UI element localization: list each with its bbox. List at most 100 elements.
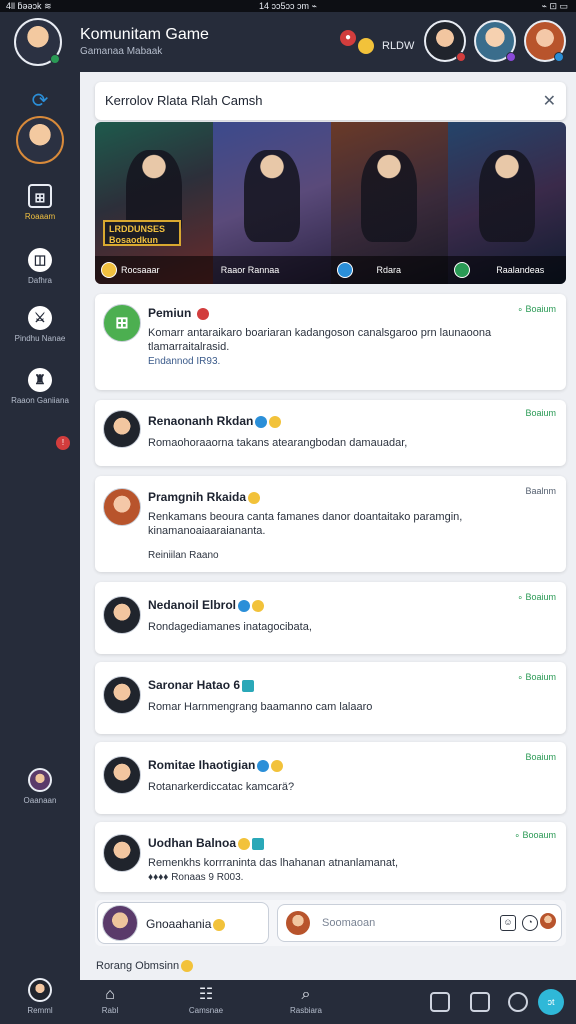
- tag-icon: [252, 837, 265, 850]
- sidebar-item-3[interactable]: ♜ Raaon Ganiiana: [0, 368, 80, 405]
- badge-icon: [196, 307, 209, 320]
- main-feed: Kerrolov Rlata Rlah Camsh ✕ LRDDUNSES Bo…: [80, 72, 576, 980]
- banner-panel-1[interactable]: LRDDUNSES Bosaodkun Rocsaaar: [95, 122, 213, 284]
- post-author-name: Pramgnih Rkaida: [148, 490, 247, 504]
- message-placeholder: Soomaoan: [322, 917, 376, 929]
- nav-search[interactable]: ⌕ Rasbiara: [276, 986, 336, 1015]
- hero-figure-2: [243, 150, 300, 242]
- helmet-icon: ♜: [28, 368, 52, 392]
- app-title: Komunitam Game: [80, 26, 209, 43]
- friend-2-badge-icon: [506, 52, 516, 62]
- post-author: Romitae Ihaotigian: [148, 758, 284, 772]
- sidebar-avatar: [16, 116, 64, 164]
- sidebar-item-2[interactable]: ⚔ Pindhu Nanae: [0, 306, 80, 343]
- friend-1-badge-icon: [456, 52, 466, 62]
- composer-user[interactable]: Gnoaahania: [97, 902, 269, 944]
- emoji-icon: [238, 837, 251, 850]
- sidebar-item-0[interactable]: ⊞ Roaaam: [0, 184, 80, 221]
- search-text[interactable]: Kerrolov Rlata Rlah Camsh: [105, 93, 263, 108]
- post-author-name: Pemiun: [148, 306, 192, 320]
- footer-text: Rorang Obmsinn: [96, 960, 180, 972]
- refresh-button[interactable]: ⟳: [0, 88, 80, 113]
- search-bar[interactable]: Kerrolov Rlata Rlah Camsh ✕: [95, 82, 566, 120]
- gear-icon[interactable]: [508, 992, 528, 1012]
- post-body: Renkamans beoura canta famanes danor doa…: [148, 511, 463, 537]
- post-author-name: Uodhan Balnoa: [148, 836, 237, 850]
- caption-icon: [454, 262, 471, 278]
- sidebar-small-avatar: [28, 768, 52, 792]
- banner-panel-3[interactable]: Rdara: [330, 122, 449, 284]
- user-avatar: [103, 596, 141, 634]
- game-logo: LRDDUNSES Bosaodkun: [103, 220, 181, 246]
- verified-icon: [257, 759, 270, 772]
- post-meta[interactable]: ♦♦♦♦ Ronaas 9 R003.: [148, 872, 243, 883]
- emoji-icon: [248, 491, 261, 504]
- post-author-name: Nedanoil Elbrol: [148, 598, 237, 612]
- verified-icon: [255, 415, 268, 428]
- post-meta[interactable]: Reiniilan Raano: [148, 550, 219, 561]
- sidebar-item-1[interactable]: ◫ Dafhra: [0, 248, 80, 285]
- post-card[interactable]: ⊞ Pemiun ∘ Boaium Komarr antaraikaro boa…: [95, 294, 566, 390]
- sticker-icon[interactable]: ☺: [500, 915, 516, 931]
- sidebar-item-label: Dafhra: [27, 276, 52, 285]
- post-author: Pemiun: [148, 306, 209, 320]
- post-body: Remenkhs korrraninta das lhahanan atnanl…: [148, 857, 399, 869]
- banner-caption-1: Rocsaaar: [95, 256, 213, 284]
- banner-panel-4[interactable]: Raalandeas: [448, 122, 566, 284]
- compose-button[interactable]: ɔt: [538, 989, 564, 1015]
- sidebar-item-5[interactable]: Remml: [0, 978, 80, 1015]
- nav-community[interactable]: ☷ Camsnae: [176, 986, 236, 1015]
- coin-icon[interactable]: [358, 38, 374, 54]
- caption-icon: [101, 262, 117, 278]
- post-time: ∘ Boaium: [517, 672, 556, 682]
- search-icon: ⌕: [301, 986, 311, 1003]
- sidebar-item-label: Raaon Ganiiana: [11, 396, 69, 405]
- sidebar-item-4[interactable]: Oaanaan: [0, 768, 80, 805]
- footer-status: Rorang Obmsinn: [96, 960, 194, 973]
- post-time: ∘ Booaum: [514, 830, 556, 840]
- user-avatar: [103, 834, 141, 872]
- online-indicator: [50, 54, 60, 64]
- caption-text: Raalandeas: [496, 265, 545, 275]
- post-body: Rotanarkerdiccatac kamcarä?: [148, 781, 295, 793]
- user-avatar: [103, 756, 141, 794]
- gallery-icon[interactable]: [470, 992, 490, 1012]
- close-icon[interactable]: ✕: [543, 91, 556, 111]
- sidebar-item-label: Roaaam: [24, 212, 56, 221]
- banner-panel-2[interactable]: Raaor Rannaa: [212, 122, 331, 284]
- header-badge[interactable]: RLDW: [382, 40, 414, 52]
- post-author: Renaonanh Rkdan: [148, 414, 282, 428]
- emoji-icon: [269, 415, 282, 428]
- post-body: Romaohoraaorna takans atearangbodan dama…: [148, 437, 408, 449]
- user-avatar: [102, 905, 138, 941]
- alert-icon[interactable]: !: [56, 436, 70, 450]
- notification-icon[interactable]: [430, 992, 450, 1012]
- nav-home[interactable]: ⌂ Rabl: [80, 986, 140, 1015]
- post-card[interactable]: Saronar Hatao 6 ∘ Boaium Romar Harnmengr…: [95, 662, 566, 734]
- clock-icon[interactable]: ◔: [522, 915, 538, 931]
- post-card[interactable]: Renaonanh Rkdan Boaium Romaohoraaorna ta…: [95, 400, 566, 466]
- tag-icon: [242, 679, 255, 692]
- sidebar-item-label: Remml: [27, 1006, 53, 1015]
- refresh-icon: ⟳: [31, 90, 49, 112]
- post-card[interactable]: Nedanoil Elbrol ∘ Boaium Rondagediamanes…: [95, 582, 566, 654]
- message-input[interactable]: Soomaoan ☺ ◔: [277, 904, 562, 942]
- hero-banner[interactable]: LRDDUNSES Bosaodkun Rocsaaar Raaor Ranna…: [95, 122, 566, 284]
- emoji-icon: [213, 918, 226, 931]
- hero-figure-3: [361, 150, 418, 242]
- emoji-icon: [252, 599, 265, 612]
- status-right: ⌁ ⊡ ▭: [541, 1, 568, 11]
- send-avatar-icon[interactable]: [540, 913, 556, 929]
- post-card[interactable]: Pramgnih Rkaida Baalnm Renkamans beoura …: [95, 476, 566, 572]
- input-avatar: [286, 911, 310, 935]
- post-meta[interactable]: Endannod IR93.: [148, 356, 220, 367]
- post-card[interactable]: Uodhan Balnoa ∘ Booaum Remenkhs korrrani…: [95, 822, 566, 892]
- app-header: Komunitam Game Gamanaa Mabaak ● RLDW: [0, 12, 576, 72]
- banner-caption-4: Raalandeas: [448, 256, 566, 284]
- sidebar-item-label: Oaanaan: [23, 796, 57, 805]
- post-card[interactable]: Romitae Ihaotigian Boaium Rotanarkerdicc…: [95, 742, 566, 814]
- nav-search-label: Rasbiara: [289, 1006, 322, 1015]
- post-author-name: Renaonanh Rkdan: [148, 414, 254, 428]
- post-time: Boaium: [525, 752, 556, 762]
- notification-icon[interactable]: ●: [340, 30, 356, 46]
